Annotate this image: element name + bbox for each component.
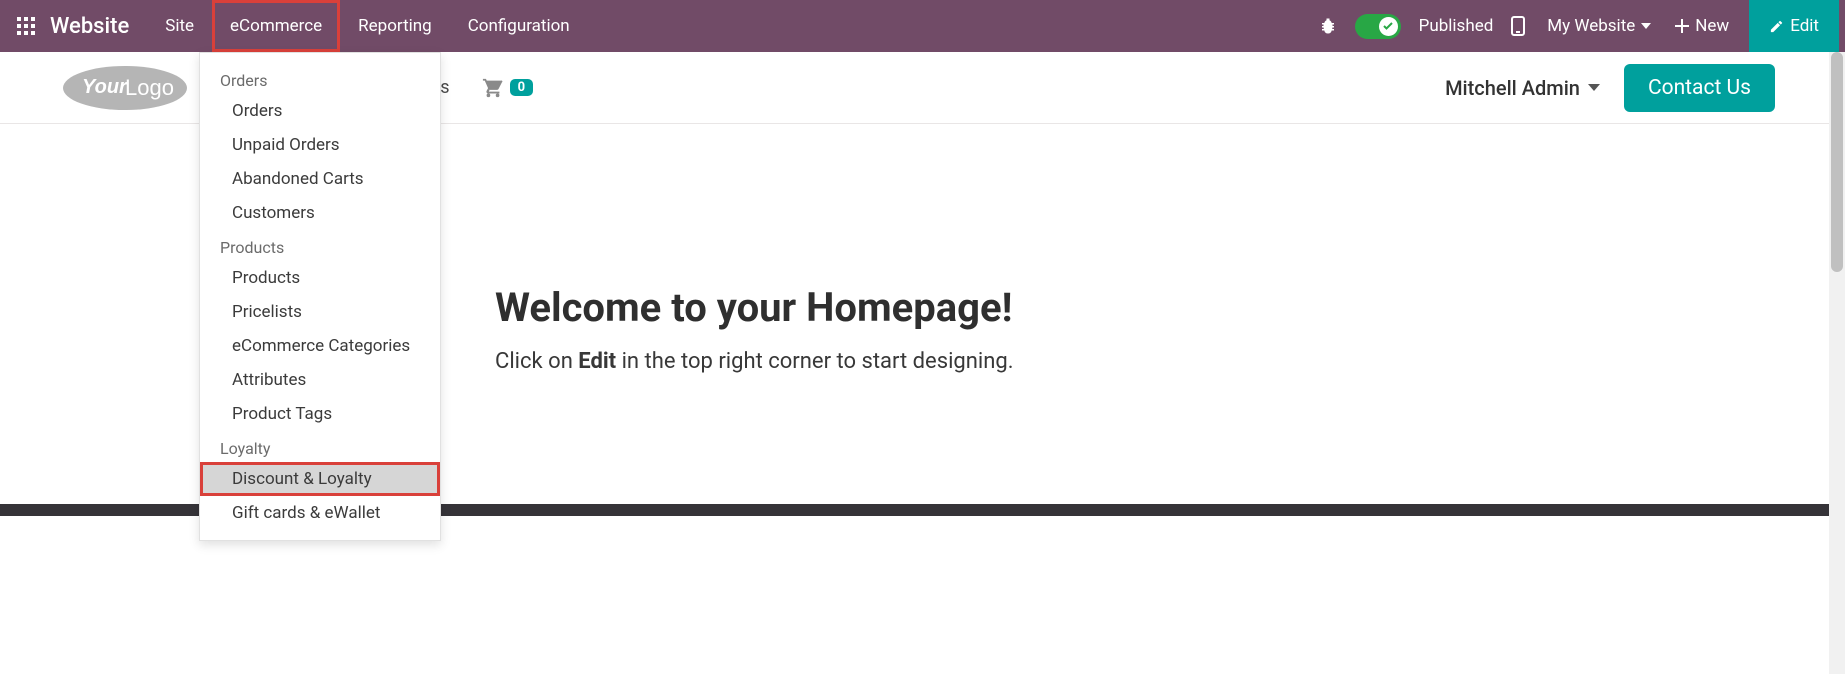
scrollbar-thumb[interactable] (1831, 52, 1843, 272)
menu-reporting[interactable]: Reporting (340, 0, 450, 52)
new-button[interactable]: New (1669, 16, 1735, 36)
section-orders: Orders (200, 63, 440, 94)
dd-discount-loyalty[interactable]: Discount & Loyalty (200, 462, 440, 496)
new-label: New (1695, 16, 1729, 36)
welcome-strong: Homepage (806, 284, 1001, 331)
check-icon (1379, 17, 1398, 36)
svg-text:Your: Your (82, 76, 128, 98)
edit-button[interactable]: Edit (1749, 0, 1839, 52)
published-label: Published (1419, 16, 1494, 36)
dd-orders[interactable]: Orders (200, 94, 440, 128)
dd-customers[interactable]: Customers (200, 196, 440, 230)
scrollbar[interactable] (1829, 52, 1845, 674)
dd-products[interactable]: Products (200, 261, 440, 295)
dd-abandoned-carts[interactable]: Abandoned Carts (200, 162, 440, 196)
dd-attributes[interactable]: Attributes (200, 363, 440, 397)
chevron-down-icon (1588, 84, 1600, 91)
dd-unpaid-orders[interactable]: Unpaid Orders (200, 128, 440, 162)
cart-count: 0 (510, 79, 533, 96)
ecommerce-dropdown: Orders Orders Unpaid Orders Abandoned Ca… (199, 52, 441, 541)
account-dropdown[interactable]: Mitchell Admin (1445, 76, 1600, 100)
subtext: Click on Edit in the top right corner to… (495, 349, 1845, 374)
contact-us-button[interactable]: Contact Us (1624, 64, 1775, 112)
menu-ecommerce[interactable]: eCommerce (212, 0, 340, 52)
dd-ecommerce-categories[interactable]: eCommerce Categories (200, 329, 440, 363)
apps-icon[interactable] (6, 0, 46, 52)
welcome-prefix: Welcome to your (495, 284, 806, 331)
menu-configuration[interactable]: Configuration (450, 0, 588, 52)
chevron-down-icon (1641, 23, 1651, 29)
topbar-left: Website Site eCommerce Reporting Configu… (6, 0, 588, 52)
app-title[interactable]: Website (46, 14, 147, 39)
main-content: Welcome to your Homepage! Click on Edit … (495, 284, 1845, 504)
welcome-heading: Welcome to your Homepage! (495, 284, 1845, 331)
my-website-dropdown[interactable]: My Website (1543, 16, 1655, 36)
menu-site[interactable]: Site (147, 0, 212, 52)
account-name: Mitchell Admin (1445, 76, 1580, 100)
svg-text:Logo: Logo (125, 75, 174, 100)
edit-label: Edit (1790, 16, 1819, 36)
mobile-icon[interactable] (1507, 16, 1529, 36)
welcome-suffix: ! (1002, 284, 1013, 331)
plus-icon (1675, 19, 1689, 33)
sub-suffix: in the top right corner to start designi… (616, 349, 1013, 374)
cart[interactable]: 0 (480, 77, 533, 99)
cart-icon (480, 77, 506, 99)
my-website-label: My Website (1547, 16, 1635, 36)
section-products: Products (200, 230, 440, 261)
logo[interactable]: Your Logo (60, 63, 190, 113)
sub-prefix: Click on (495, 349, 578, 374)
section-loyalty: Loyalty (200, 431, 440, 462)
dd-pricelists[interactable]: Pricelists (200, 295, 440, 329)
pencil-icon (1769, 19, 1784, 34)
topbar: Website Site eCommerce Reporting Configu… (0, 0, 1845, 52)
dd-product-tags[interactable]: Product Tags (200, 397, 440, 431)
topbar-right: Published My Website New Edit (1315, 0, 1839, 52)
published-toggle[interactable] (1355, 14, 1401, 39)
sub-strong: Edit (578, 349, 616, 374)
dd-gift-cards-ewallet[interactable]: Gift cards & eWallet (200, 496, 440, 530)
bug-icon[interactable] (1315, 17, 1341, 35)
